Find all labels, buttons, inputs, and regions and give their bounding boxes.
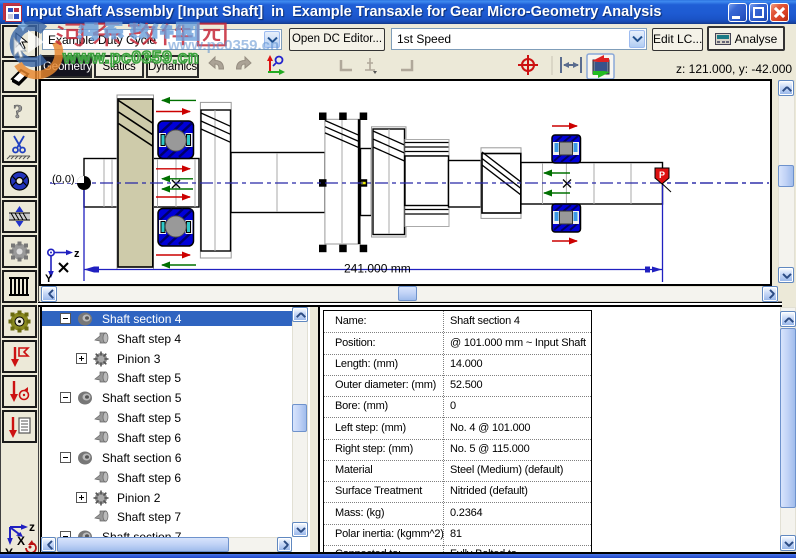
svg-text:241.000 mm: 241.000 mm bbox=[344, 262, 411, 276]
svg-text:P: P bbox=[659, 170, 665, 180]
svg-text:z: z bbox=[74, 248, 80, 260]
svg-text:z: z bbox=[29, 520, 35, 534]
svg-text:?: ? bbox=[13, 101, 23, 123]
svg-text:(0,0): (0,0) bbox=[52, 174, 75, 186]
svg-text:Y: Y bbox=[45, 273, 53, 284]
svg-text:X: X bbox=[17, 534, 25, 548]
